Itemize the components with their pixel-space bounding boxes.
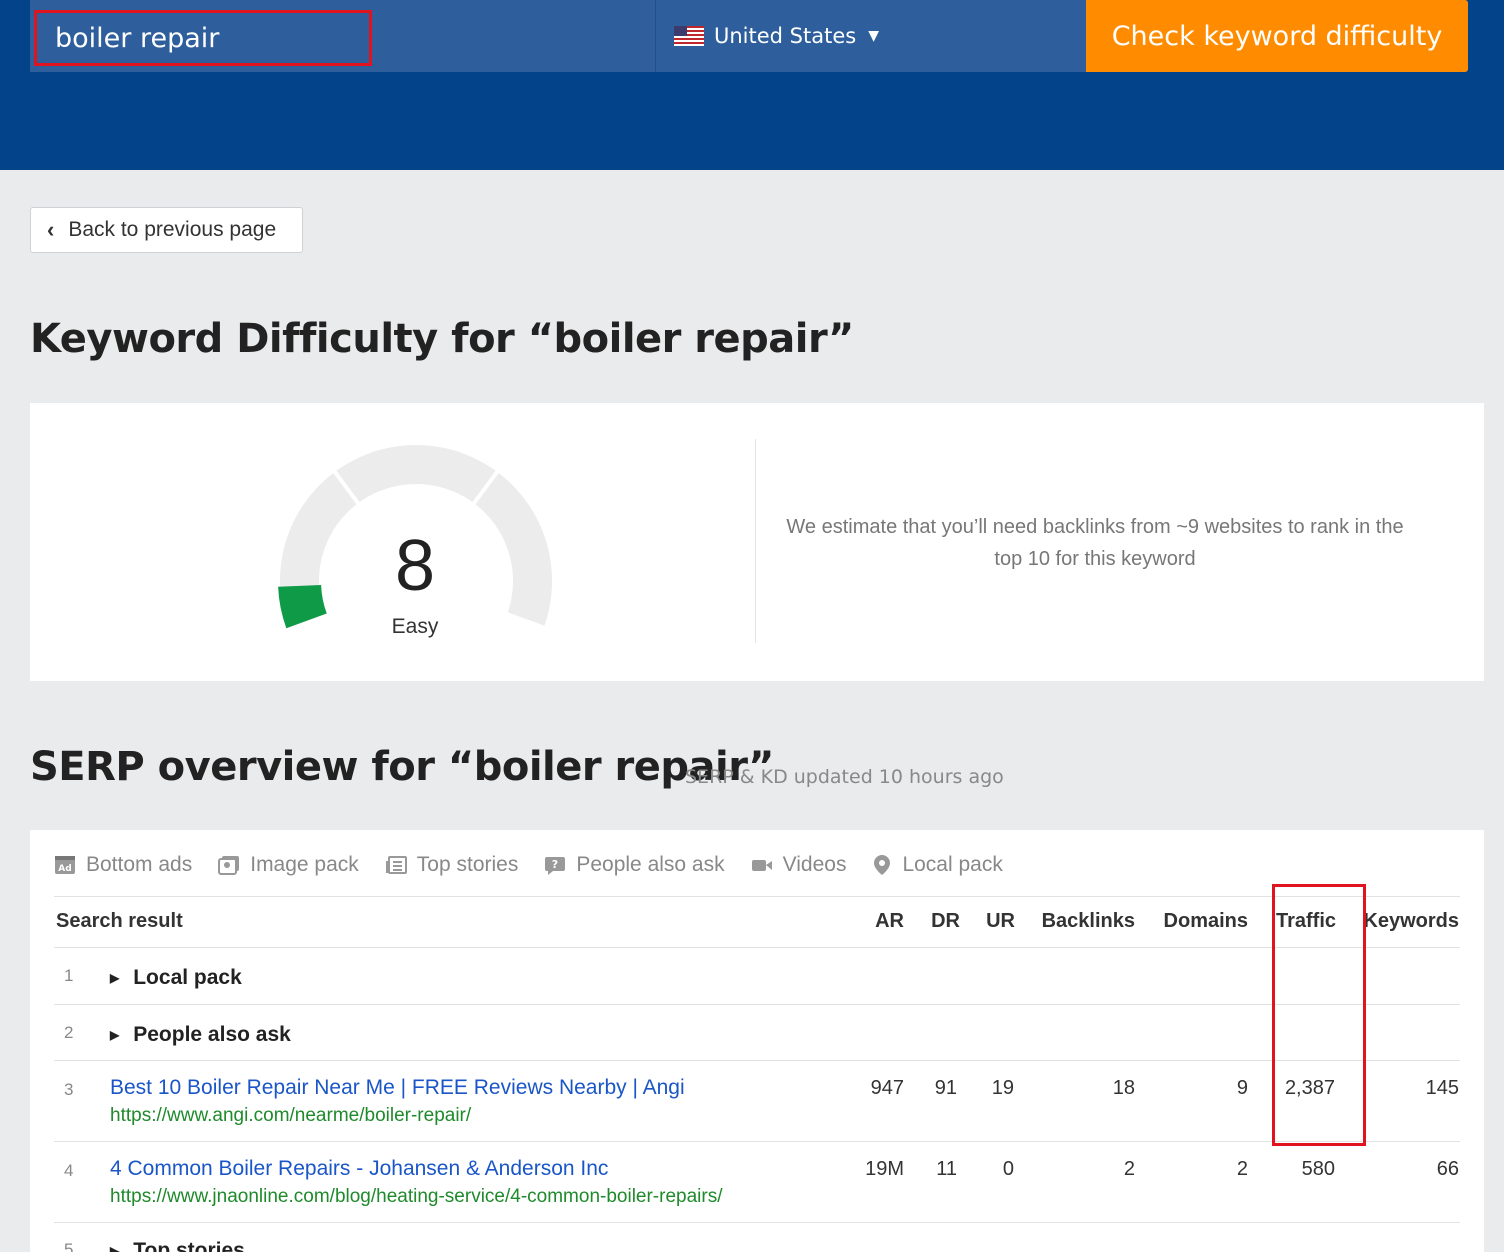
triangle-right-icon: ▶	[110, 1028, 120, 1042]
question-icon: ?	[545, 857, 566, 875]
cell-backlinks: 2	[1123, 1158, 1135, 1180]
row-divider	[54, 1222, 1460, 1223]
serp-overview-title: SERP overview for “boiler repair”	[30, 744, 774, 790]
row-divider	[54, 1004, 1460, 1005]
column-backlinks[interactable]: Backlinks	[1020, 910, 1135, 933]
column-search-result[interactable]: Search result	[56, 910, 183, 933]
feature-top-stories[interactable]: Top stories	[385, 853, 519, 877]
serp-overview-card: Ad Bottom ads Image pack Top stories ? P…	[30, 830, 1484, 1252]
map-pin-icon	[874, 855, 891, 875]
column-ar[interactable]: AR	[848, 910, 904, 933]
row-label: Local pack	[133, 966, 242, 989]
feature-label: Local pack	[902, 853, 1003, 876]
row-number: 1	[64, 966, 74, 985]
result-title-link[interactable]: Best 10 Boiler Repair Near Me | FREE Rev…	[110, 1076, 685, 1100]
ad-icon: Ad	[55, 856, 75, 874]
expand-top-stories[interactable]: ▶ Top stories	[110, 1239, 245, 1252]
back-button-label: Back to previous page	[68, 218, 277, 241]
feature-people-also-ask[interactable]: ? People also ask	[544, 853, 725, 877]
backlinks-estimate: We estimate that you’ll need backlinks f…	[786, 516, 1404, 570]
video-camera-icon	[751, 860, 772, 871]
keyword-search-bar: United States ▼ Check keyword difficulty	[30, 0, 1470, 72]
column-keywords[interactable]: Keywords	[1355, 910, 1459, 933]
top-header: United States ▼ Check keyword difficulty	[0, 0, 1504, 170]
feature-label: Videos	[782, 853, 847, 876]
column-ur[interactable]: UR	[965, 910, 1015, 933]
expand-people-also-ask[interactable]: ▶ People also ask	[110, 1023, 291, 1047]
row-divider	[54, 896, 1460, 897]
row-number: 4	[64, 1161, 74, 1180]
feature-bottom-ads[interactable]: Ad Bottom ads	[54, 853, 192, 877]
cell-ar: 19M	[865, 1158, 904, 1180]
cell-domains: 9	[1236, 1077, 1248, 1099]
row-divider	[54, 1141, 1460, 1142]
traffic-highlight-box	[1272, 884, 1366, 1146]
cell-traffic: 580	[1301, 1158, 1335, 1180]
expand-local-pack[interactable]: ▶ Local pack	[110, 966, 242, 990]
serp-updated-note: SERP & KD updated 10 hours ago	[685, 766, 1004, 788]
serp-features-bar: Ad Bottom ads Image pack Top stories ? P…	[54, 850, 1003, 880]
cell-ur: 19	[991, 1077, 1014, 1099]
keyword-difficulty-card: 8 Easy We estimate that you’ll need back…	[30, 403, 1484, 681]
result-url-link[interactable]: https://www.jnaonline.com/blog/heating-s…	[110, 1186, 723, 1208]
feature-label: Image pack	[250, 853, 359, 876]
check-keyword-difficulty-button[interactable]: Check keyword difficulty	[1086, 0, 1468, 72]
keyword-input[interactable]	[34, 10, 372, 66]
column-dr[interactable]: DR	[910, 910, 960, 933]
country-select[interactable]: United States ▼	[656, 0, 1086, 72]
difficulty-score: 8	[394, 526, 436, 606]
cell-dr: 91	[934, 1077, 957, 1099]
cell-keywords: 66	[1436, 1158, 1459, 1180]
divider	[755, 439, 756, 643]
cell-domains: 2	[1236, 1158, 1248, 1180]
cell-ar: 947	[870, 1077, 904, 1099]
feature-videos[interactable]: Videos	[751, 853, 847, 877]
feature-image-pack[interactable]: Image pack	[218, 853, 359, 877]
svg-text:Ad: Ad	[58, 864, 71, 874]
row-divider	[54, 1060, 1460, 1061]
cell-dr: 11	[936, 1158, 957, 1180]
row-label: People also ask	[133, 1023, 291, 1046]
triangle-right-icon: ▶	[110, 971, 120, 985]
feature-local-pack[interactable]: Local pack	[872, 853, 1003, 877]
us-flag-icon	[674, 26, 704, 46]
feature-label: Bottom ads	[86, 853, 193, 876]
country-label: United States	[714, 24, 857, 48]
column-domains[interactable]: Domains	[1140, 910, 1248, 933]
cell-backlinks: 18	[1112, 1077, 1135, 1099]
caret-down-icon: ▼	[868, 28, 879, 44]
gauge-fill	[278, 584, 327, 629]
cell-ur: 0	[1002, 1158, 1014, 1180]
row-divider	[54, 947, 1460, 948]
row-number: 2	[64, 1023, 74, 1042]
back-button[interactable]: ‹ Back to previous page	[30, 207, 303, 253]
triangle-right-icon: ▶	[110, 1244, 120, 1252]
row-number: 3	[64, 1080, 74, 1099]
keyword-input-wrapper	[30, 0, 656, 72]
image-icon	[218, 856, 240, 875]
result-url-link[interactable]: https://www.angi.com/nearme/boiler-repai…	[110, 1105, 471, 1127]
feature-label: People also ask	[576, 853, 725, 876]
newspaper-icon	[385, 856, 407, 874]
feature-label: Top stories	[416, 853, 519, 876]
result-title-link[interactable]: 4 Common Boiler Repairs - Johansen & And…	[110, 1157, 608, 1181]
cell-keywords: 145	[1425, 1077, 1459, 1099]
difficulty-level: Easy	[391, 615, 439, 638]
row-number: 5	[64, 1240, 74, 1252]
row-label: Top stories	[133, 1239, 245, 1252]
svg-text:?: ?	[552, 858, 558, 871]
keyword-difficulty-title: Keyword Difficulty for “boiler repair”	[30, 316, 854, 362]
chevron-left-icon: ‹	[47, 217, 55, 242]
